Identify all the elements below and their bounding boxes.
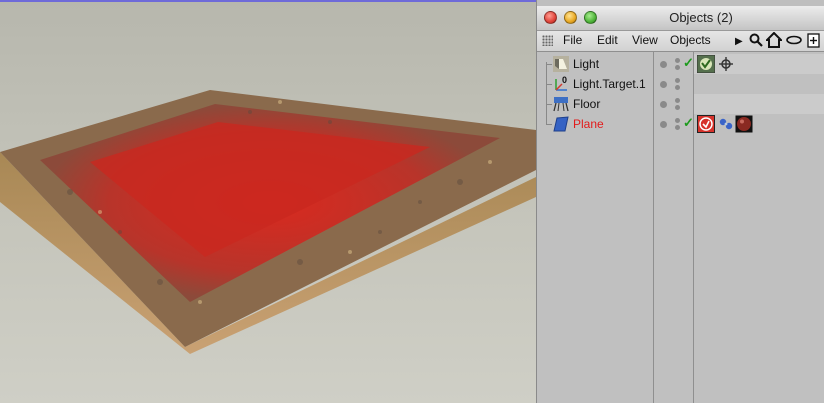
list-item-floor[interactable]: Floor	[537, 94, 824, 114]
objects-panel: Objects (2) File Edit View Objects ▶ Lig…	[536, 0, 824, 403]
layer-dot[interactable]	[660, 81, 667, 88]
floor-icon	[553, 97, 569, 112]
enabled-check-icon[interactable]: ✓	[683, 55, 694, 71]
search-icon[interactable]	[749, 33, 763, 48]
object-name[interactable]: Plane	[573, 117, 604, 131]
object-name[interactable]: Floor	[573, 97, 600, 111]
null-target-icon: 0	[555, 76, 567, 91]
visibility-toggle[interactable]	[675, 96, 681, 112]
object-list[interactable]: Light ✓ 0 Light.Target.1 Floor Plane ✓	[537, 52, 824, 403]
target-tag-icon[interactable]	[697, 55, 715, 73]
layer-dot[interactable]	[660, 121, 667, 128]
list-item-plane[interactable]: Plane ✓	[537, 114, 824, 134]
home-icon[interactable]	[766, 32, 782, 48]
visibility-toggle[interactable]	[675, 56, 681, 72]
new-window-icon[interactable]	[807, 33, 820, 48]
object-name[interactable]: Light	[573, 57, 599, 71]
visibility-toggle[interactable]	[675, 116, 681, 132]
visibility-toggle[interactable]	[675, 76, 681, 92]
panel-titlebar[interactable]: Objects (2)	[537, 6, 824, 31]
eye-icon[interactable]	[786, 35, 802, 45]
panel-title: Objects (2)	[669, 10, 733, 25]
grip-icon[interactable]	[542, 35, 553, 46]
svg-text:0: 0	[562, 76, 567, 85]
menu-view[interactable]: View	[632, 33, 658, 47]
hair-tag-icon[interactable]	[697, 115, 715, 133]
layer-dot[interactable]	[660, 61, 667, 68]
carpet-render	[0, 90, 536, 354]
plane-icon	[553, 116, 569, 132]
3d-viewport[interactable]	[0, 0, 536, 403]
list-item-light[interactable]: Light ✓	[537, 54, 824, 74]
enabled-check-icon[interactable]: ✓	[683, 115, 694, 131]
object-name[interactable]: Light.Target.1	[573, 77, 646, 91]
list-item-light-target[interactable]: 0 Light.Target.1	[537, 74, 824, 94]
light-icon	[553, 56, 569, 72]
texture-link-icon[interactable]	[717, 115, 735, 133]
menu-edit[interactable]: Edit	[597, 33, 618, 47]
menu-objects[interactable]: Objects	[670, 33, 711, 47]
material-tag-icon[interactable]	[735, 115, 753, 133]
menu-file[interactable]: File	[563, 33, 582, 47]
layer-dot[interactable]	[660, 101, 667, 108]
play-arrow-icon[interactable]: ▶	[735, 34, 743, 50]
target-crosshair-icon[interactable]	[717, 55, 735, 73]
panel-menubar: File Edit View Objects ▶	[537, 31, 824, 52]
